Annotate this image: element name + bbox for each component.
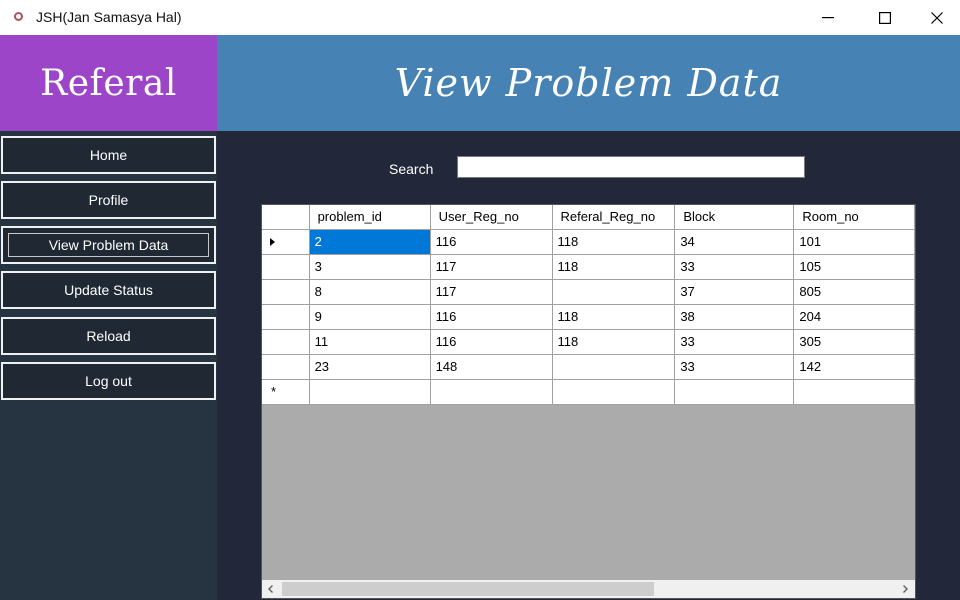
nav-update-status-label: Update Status	[64, 282, 153, 298]
table-cell[interactable]: 37	[674, 279, 795, 305]
table-cell[interactable]: 38	[674, 304, 795, 330]
table-cell[interactable]: 33	[674, 354, 795, 380]
table-row[interactable]: 9 116 118 38 204	[262, 304, 915, 330]
column-header-room-no[interactable]: Room_no	[793, 205, 915, 230]
scroll-thumb[interactable]	[282, 582, 654, 596]
column-header-referal-reg-no[interactable]: Referal_Reg_no	[552, 205, 676, 230]
minimize-button[interactable]	[800, 0, 856, 35]
row-header[interactable]	[262, 354, 310, 380]
table-cell[interactable]: 116	[430, 229, 553, 255]
row-header[interactable]: *	[262, 379, 310, 405]
search-input[interactable]	[457, 156, 805, 178]
close-button[interactable]	[913, 0, 960, 35]
row-header[interactable]	[262, 229, 310, 255]
grid-corner-header[interactable]	[262, 205, 310, 230]
table-cell[interactable]: 118	[552, 329, 676, 355]
maximize-icon	[879, 11, 891, 24]
title-bar: JSH(Jan Samasya Hal)	[0, 0, 960, 35]
brand-title: Referal	[40, 62, 177, 104]
table-cell[interactable]: 118	[552, 229, 676, 255]
table-cell[interactable]: 23	[309, 354, 431, 380]
table-cell[interactable]: 204	[793, 304, 915, 330]
scroll-right-button[interactable]	[897, 580, 915, 598]
row-header[interactable]	[262, 329, 310, 355]
focus-rectangle	[8, 233, 209, 257]
nav-home-label: Home	[89, 147, 128, 163]
table-cell[interactable]: 9	[309, 304, 431, 330]
table-cell[interactable]: 8	[309, 279, 431, 305]
row-pointer-icon	[270, 237, 275, 246]
chevron-left-icon	[268, 585, 273, 593]
problem-data-grid[interactable]: problem_id User_Reg_no Referal_Reg_no Bl…	[261, 204, 916, 599]
table-cell[interactable]	[793, 379, 915, 405]
nav-logout-button[interactable]: Log out	[1, 362, 216, 400]
table-cell[interactable]	[552, 354, 676, 380]
minimize-icon	[822, 16, 834, 18]
close-icon	[930, 11, 943, 24]
table-cell[interactable]: 116	[430, 329, 553, 355]
nav-reload-label: Reload	[86, 328, 131, 344]
sidebar: Home Profile View Problem Data Update St…	[0, 131, 217, 600]
table-cell[interactable]: 118	[552, 254, 676, 280]
app-icon	[14, 12, 23, 21]
table-row[interactable]: 3 117 118 33 105	[262, 254, 915, 280]
search-label: Search	[389, 161, 434, 177]
table-row[interactable]: 23 148 33 142	[262, 354, 915, 380]
table-cell[interactable]	[430, 379, 553, 405]
table-cell[interactable]: 117	[430, 279, 553, 305]
nav-reload-button[interactable]: Reload	[1, 317, 216, 355]
row-header[interactable]	[262, 279, 310, 305]
table-cell[interactable]: 3	[309, 254, 431, 280]
new-row-marker: *	[271, 383, 277, 399]
table-cell[interactable]	[674, 379, 795, 405]
table-cell[interactable]: 305	[793, 329, 915, 355]
table-row[interactable]: 2 116 118 34 101	[262, 229, 915, 255]
table-cell[interactable]: 33	[674, 329, 795, 355]
grid-header-row: problem_id User_Reg_no Referal_Reg_no Bl…	[262, 205, 915, 230]
column-header-block[interactable]: Block	[674, 205, 795, 230]
maximize-button[interactable]	[857, 0, 913, 35]
table-cell[interactable]: 34	[674, 229, 795, 255]
table-row[interactable]: 11 116 118 33 305	[262, 329, 915, 355]
brand-panel: Referal	[0, 35, 217, 131]
window-title: JSH(Jan Samasya Hal)	[36, 9, 182, 25]
table-cell[interactable]: 117	[430, 254, 553, 280]
nav-update-status-button[interactable]: Update Status	[1, 271, 216, 309]
main-panel: Search problem_id User_Reg_no Referal_Re…	[217, 131, 960, 600]
nav-profile-button[interactable]: Profile	[1, 181, 216, 219]
table-cell[interactable]: 11	[309, 329, 431, 355]
table-cell[interactable]	[309, 379, 431, 405]
nav-logout-label: Log out	[85, 373, 132, 389]
row-header[interactable]	[262, 304, 310, 330]
new-row[interactable]: *	[262, 379, 915, 405]
table-row[interactable]: 8 117 37 805	[262, 279, 915, 305]
horizontal-scrollbar[interactable]	[262, 580, 915, 598]
column-header-problem-id[interactable]: problem_id	[309, 205, 431, 230]
table-cell[interactable]: 105	[793, 254, 915, 280]
nav-profile-label: Profile	[88, 192, 129, 208]
table-cell[interactable]: 118	[552, 304, 676, 330]
table-cell[interactable]: 148	[430, 354, 553, 380]
table-cell[interactable]	[552, 379, 676, 405]
table-cell[interactable]: 33	[674, 254, 795, 280]
page-title: View Problem Data	[394, 61, 783, 105]
table-cell[interactable]: 116	[430, 304, 553, 330]
header-banner: View Problem Data	[217, 35, 960, 131]
grid-table: problem_id User_Reg_no Referal_Reg_no Bl…	[262, 205, 915, 405]
column-header-user-reg-no[interactable]: User_Reg_no	[430, 205, 553, 230]
table-cell[interactable]	[552, 279, 676, 305]
table-cell[interactable]: 142	[793, 354, 915, 380]
table-cell[interactable]: 101	[793, 229, 915, 255]
table-cell[interactable]: 805	[793, 279, 915, 305]
nav-view-problem-data-button[interactable]: View Problem Data	[1, 226, 216, 264]
nav-home-button[interactable]: Home	[1, 136, 216, 174]
table-cell-selected[interactable]: 2	[309, 229, 431, 255]
chevron-right-icon	[903, 585, 908, 593]
scroll-left-button[interactable]	[262, 580, 280, 598]
row-header[interactable]	[262, 254, 310, 280]
